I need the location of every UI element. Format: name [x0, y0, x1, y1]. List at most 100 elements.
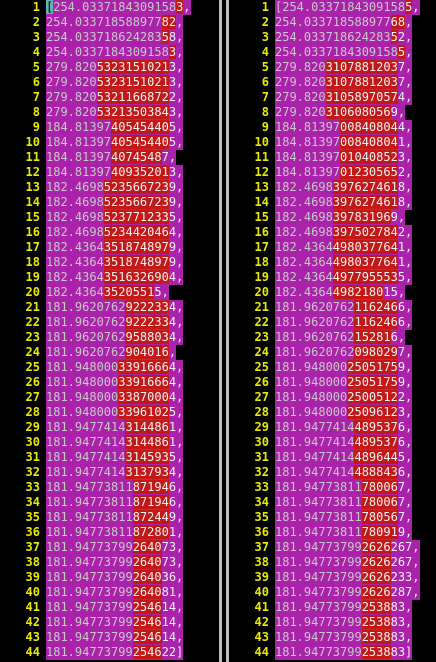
code-line[interactable]: 33 181.94773811780067, [229, 480, 436, 495]
line-content[interactable]: 181.94800033961025, [46, 405, 184, 420]
line-content[interactable]: 182.43644980377641, [275, 255, 413, 270]
code-line[interactable]: 12 184.81397012305652, [229, 165, 436, 180]
code-line[interactable]: 5 279.82031078812037, [229, 60, 436, 75]
line-content[interactable]: 181.94774143145935, [46, 450, 184, 465]
code-line[interactable]: 37 181.94773799264073, [0, 540, 223, 555]
code-line[interactable]: 6 279.82031078812037, [229, 75, 436, 90]
code-line[interactable]: 42 181.94773799254614, [0, 615, 223, 630]
line-content[interactable]: 181.96207629222334, [46, 315, 184, 330]
code-line[interactable]: 43 181.94773799254614, [0, 630, 223, 645]
line-content[interactable]: 181.947737992626233, [275, 570, 420, 585]
line-content[interactable]: 279.82031078812037, [275, 60, 413, 75]
code-line[interactable]: 31 181.94774144896445, [229, 450, 436, 465]
code-line[interactable]: 14 182.46985235667239, [0, 195, 223, 210]
code-line[interactable]: 14 182.46983976274618, [229, 195, 436, 210]
line-content[interactable]: 184.8139740745487, [46, 150, 177, 165]
code-line[interactable]: 37 181.947737992626267, [229, 540, 436, 555]
code-line[interactable]: 20 182.4364498218015, [229, 285, 436, 300]
code-line[interactable]: 38 181.94773799264073, [0, 555, 223, 570]
code-line[interactable]: 13 182.46983976274618, [229, 180, 436, 195]
code-line[interactable]: 27 181.94800033870004, [0, 390, 223, 405]
code-line[interactable]: 28 181.94800033961025, [0, 405, 223, 420]
code-line[interactable]: 6 279.82053231510213, [0, 75, 223, 90]
line-content[interactable]: 181.96207629222334, [46, 300, 184, 315]
code-line[interactable]: 16 182.46985234420464, [0, 225, 223, 240]
code-line[interactable]: 24 181.96207620980297, [229, 345, 436, 360]
line-content[interactable]: 181.94800033916664, [46, 360, 184, 375]
line-content[interactable]: 181.94773799254622] [46, 645, 184, 660]
code-line[interactable]: 40 181.94773799264081, [0, 585, 223, 600]
code-line[interactable]: 10 184.81397405454405, [0, 135, 223, 150]
code-line[interactable]: 18 182.43644980377641, [229, 255, 436, 270]
code-line[interactable]: 25 181.94800033916664, [0, 360, 223, 375]
code-line[interactable]: 17 182.43644980377641, [229, 240, 436, 255]
line-content[interactable]: 181.94800025005122, [275, 390, 413, 405]
code-line[interactable]: 15 182.46985237712335, [0, 210, 223, 225]
line-content[interactable]: 279.82031078812037, [275, 75, 413, 90]
line-content[interactable]: 181.94774144895376, [275, 420, 413, 435]
code-line[interactable]: 39 181.94773799264036, [0, 570, 223, 585]
code-line[interactable]: 16 182.46983975027842, [229, 225, 436, 240]
line-content[interactable]: 181.94773799264036, [46, 570, 184, 585]
line-content[interactable]: 184.81397405454405, [46, 135, 184, 150]
line-content[interactable]: 184.81397010408523, [275, 150, 413, 165]
line-content[interactable]: 182.43643516326904, [46, 270, 184, 285]
code-line[interactable]: 1 [254.03371843091583, [0, 0, 223, 15]
line-content[interactable]: 181.96207621162466, [275, 300, 413, 315]
line-content[interactable]: 182.4364498218015, [275, 285, 406, 300]
line-content[interactable]: 181.94773799254614, [46, 630, 184, 645]
code-line[interactable]: 44 181.94773799254622] [0, 645, 223, 660]
line-content[interactable]: 181.96207621162466, [275, 315, 413, 330]
line-content[interactable]: 181.94800025096123, [275, 405, 413, 420]
line-content[interactable]: 181.94774143144861, [46, 435, 184, 450]
line-content[interactable]: 181.94773799253883, [275, 615, 413, 630]
line-content[interactable]: [254.03371843091585, [275, 0, 420, 15]
code-line[interactable]: 35 181.94773811872449, [0, 510, 223, 525]
line-content[interactable]: 184.81397008408044, [275, 120, 413, 135]
line-content[interactable]: 181.94773811872449, [46, 510, 184, 525]
code-line[interactable]: 22 181.96207629222334, [0, 315, 223, 330]
line-content[interactable]: 279.8203106080569, [275, 105, 406, 120]
code-line[interactable]: 17 182.43643518748979, [0, 240, 223, 255]
code-line[interactable]: 19 182.43644977955535, [229, 270, 436, 285]
code-line[interactable]: 7 279.82053211668722, [0, 90, 223, 105]
line-content[interactable]: 181.94800025051759, [275, 375, 413, 390]
line-content[interactable]: 184.81397409352013, [46, 165, 184, 180]
code-line[interactable]: 19 182.43643516326904, [0, 270, 223, 285]
line-content[interactable]: 184.81397008408041, [275, 135, 413, 150]
code-line[interactable]: 30 181.94774143144861, [0, 435, 223, 450]
code-line[interactable]: 25 181.94800025051759, [229, 360, 436, 375]
code-line[interactable]: 39 181.947737992626233, [229, 570, 436, 585]
code-line[interactable]: 32 181.94774144888436, [229, 465, 436, 480]
line-content[interactable]: 181.94773799254614, [46, 600, 184, 615]
code-line[interactable]: 27 181.94800025005122, [229, 390, 436, 405]
code-line[interactable]: 41 181.94773799253883, [229, 600, 436, 615]
code-line[interactable]: 22 181.96207621162466, [229, 315, 436, 330]
line-content[interactable]: 279.82053213503843, [46, 105, 184, 120]
code-line[interactable]: 43 181.94773799253883, [229, 630, 436, 645]
line-content[interactable]: 182.46983976274618, [275, 195, 413, 210]
pane-divider[interactable] [219, 0, 229, 662]
line-content[interactable]: 181.94774143137934, [46, 465, 184, 480]
right-diff-pane[interactable]: 1 [254.03371843091585, 2 254.03371858897768… [229, 0, 436, 662]
code-line[interactable]: 21 181.96207621162466, [229, 300, 436, 315]
code-line[interactable]: 29 181.94774143144861, [0, 420, 223, 435]
code-line[interactable]: 35 181.94773811780567, [229, 510, 436, 525]
line-content[interactable]: 181.94773811871946, [46, 495, 184, 510]
code-line[interactable]: 34 181.94773811780067, [229, 495, 436, 510]
code-line[interactable]: 15 182.4698397831969, [229, 210, 436, 225]
line-content[interactable]: 182.43643518748979, [46, 255, 184, 270]
line-content[interactable]: 181.947737992626267, [275, 555, 420, 570]
code-line[interactable]: 30 181.94774144895376, [229, 435, 436, 450]
code-line[interactable]: 33 181.94773811871946, [0, 480, 223, 495]
code-line[interactable]: 9 184.81397008408044, [229, 120, 436, 135]
line-content[interactable]: 254.03371843091583, [46, 45, 184, 60]
code-line[interactable]: 36 181.94773811780919, [229, 525, 436, 540]
line-content[interactable]: 254.03371858897782, [46, 15, 184, 30]
code-line[interactable]: 2 254.03371858897768, [229, 15, 436, 30]
line-content[interactable]: 181.94773799264081, [46, 585, 184, 600]
line-content[interactable]: 182.46985234420464, [46, 225, 184, 240]
line-content[interactable]: 182.46983976274618, [275, 180, 413, 195]
code-line[interactable]: 9 184.81397405454405, [0, 120, 223, 135]
line-content[interactable]: 254.03371843091585, [275, 45, 413, 60]
